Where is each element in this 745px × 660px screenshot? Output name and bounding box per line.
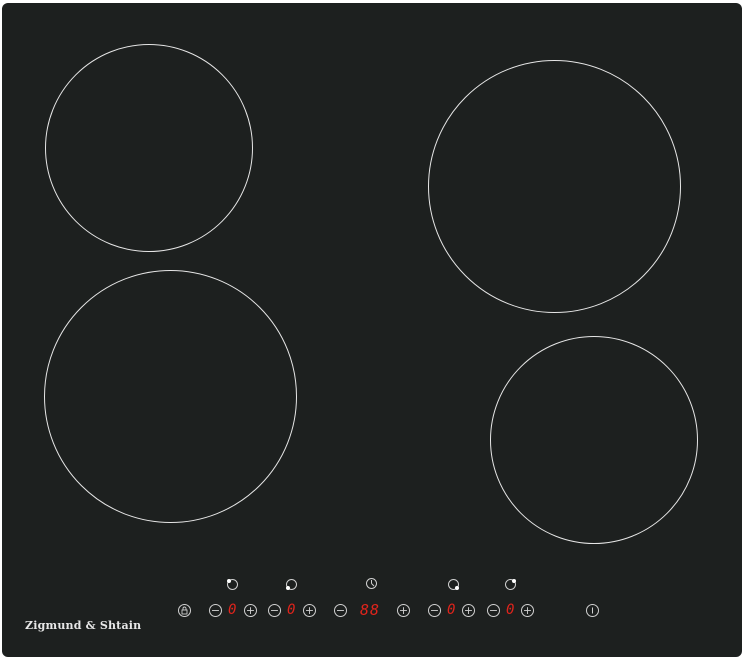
zone4-plus-button[interactable]: + [521,604,534,617]
timer-clock-icon [366,578,377,589]
zone4-minus-button[interactable]: − [487,604,500,617]
zone1-plus-button[interactable]: + [244,604,257,617]
zone2-minus-button[interactable]: − [268,604,281,617]
zone-indicator-rear-left-icon [227,579,238,590]
zone-indicator-rear-right-icon [505,579,516,590]
timer-minus-button[interactable]: − [334,604,347,617]
brand-logo: Zigmund & Shtain [25,619,142,632]
cooking-zone-front-left [44,270,297,523]
zone1-minus-button[interactable]: − [209,604,222,617]
cooking-zone-rear-right [428,60,681,313]
zone1-power-display: 0 [228,602,238,618]
power-icon[interactable] [586,604,599,617]
cooking-zone-front-right [490,336,698,544]
lock-icon[interactable] [178,604,191,617]
zone2-power-display: 0 [287,602,297,618]
zone-indicator-front-right-icon [448,579,459,590]
timer-plus-button[interactable]: + [397,604,410,617]
zone3-minus-button[interactable]: − [428,604,441,617]
zone3-power-display: 0 [447,602,457,618]
zone2-plus-button[interactable]: + [303,604,316,617]
zone-indicator-front-left-icon [286,579,297,590]
zone4-power-display: 0 [506,602,516,618]
cooking-zone-rear-left [45,44,253,252]
zone3-plus-button[interactable]: + [462,604,475,617]
timer-display: 88 [360,601,381,619]
